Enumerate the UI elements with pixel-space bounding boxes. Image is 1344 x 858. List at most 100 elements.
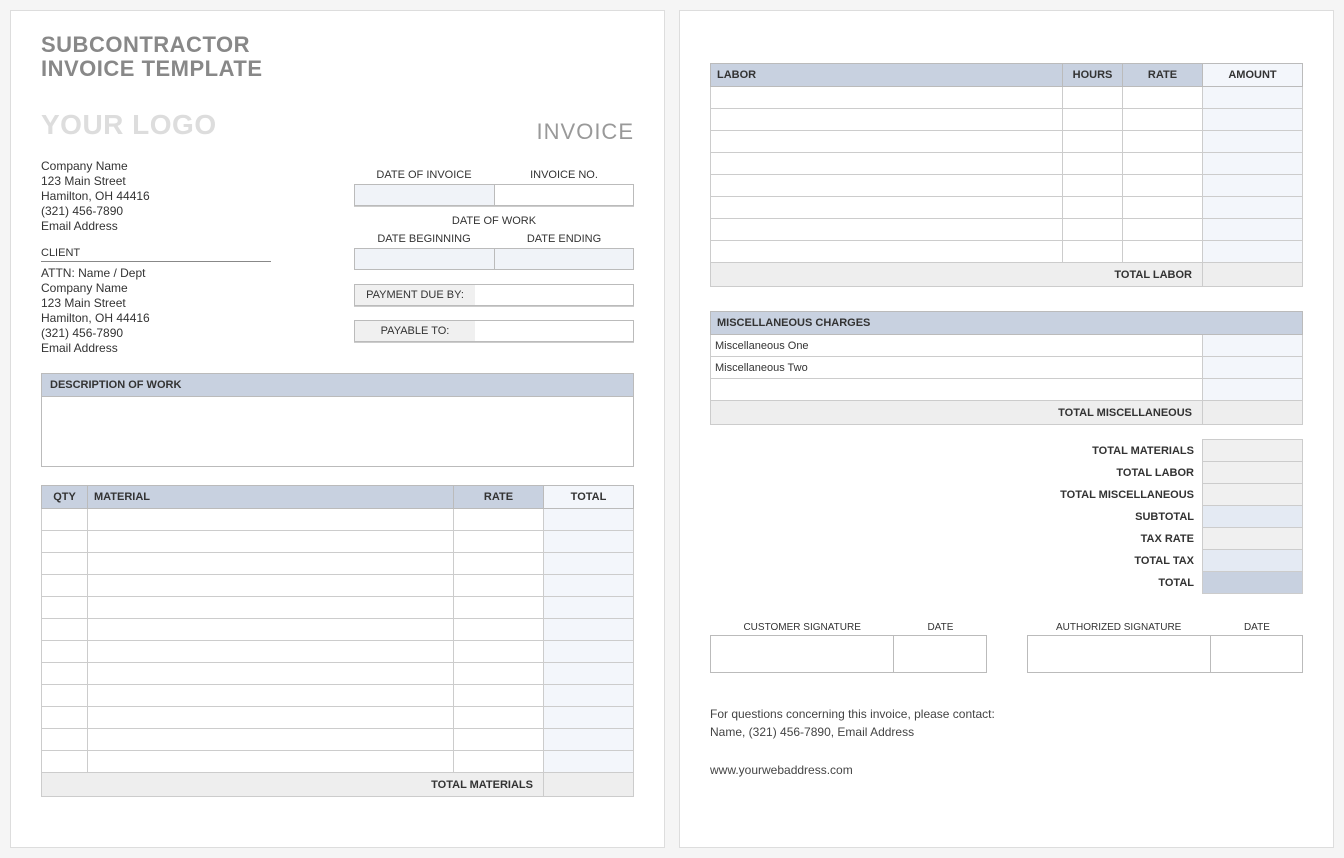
t-misc-label: TOTAL MISCELLANEOUS [710,484,1203,506]
table-row[interactable] [711,131,1303,153]
col-labor: LABOR [711,64,1063,87]
table-row[interactable] [711,87,1303,109]
footer: For questions concerning this invoice, p… [710,707,1303,777]
t-misc-value [1203,484,1303,506]
title-line2: INVOICE TEMPLATE [41,56,263,81]
payment-due-label: PAYMENT DUE BY: [355,285,475,305]
signature-section: CUSTOMER SIGNATUREDATE AUTHORIZED SIGNAT… [710,622,1303,673]
table-row[interactable] [711,241,1303,263]
col-rate: RATE [454,486,544,509]
authorized-signature: AUTHORIZED SIGNATUREDATE [1027,622,1304,673]
total-labor-value [1203,263,1303,287]
invoice-meta: DATE OF INVOICE INVOICE NO. DATE OF WORK… [354,166,634,342]
col-rate2: RATE [1123,64,1203,87]
auth-date-label: DATE [1211,622,1303,633]
date-invoice-input[interactable] [354,184,495,206]
payable-to-label: PAYABLE TO: [355,321,475,341]
col-qty: QTY [42,486,88,509]
tax-rate-value [1203,528,1303,550]
table-row[interactable] [711,109,1303,131]
invoice-page-2: LABOR HOURS RATE AMOUNT TOTAL LABOR MISC… [679,10,1334,848]
description-header: DESCRIPTION OF WORK [41,373,634,397]
total-tax-label: TOTAL TAX [710,550,1203,572]
invoice-page-1: SUBCONTRACTOR INVOICE TEMPLATE YOUR LOGO… [10,10,665,848]
invoice-no-label: INVOICE NO. [494,166,634,184]
cust-sig-label: CUSTOMER SIGNATURE [710,622,894,633]
date-invoice-label: DATE OF INVOICE [354,166,494,184]
t-materials-label: TOTAL MATERIALS [710,440,1203,462]
auth-sig-label: AUTHORIZED SIGNATURE [1027,622,1211,633]
table-row[interactable] [711,197,1303,219]
subtotal-label: SUBTOTAL [710,506,1203,528]
t-labor-label: TOTAL LABOR [710,462,1203,484]
total-tax-value [1203,550,1303,572]
table-row[interactable] [42,509,634,531]
auth-sig-input[interactable] [1028,636,1211,672]
labor-table: LABOR HOURS RATE AMOUNT TOTAL LABOR [710,63,1303,287]
cust-sig-input[interactable] [711,636,894,672]
table-row[interactable] [42,531,634,553]
table-row[interactable] [42,597,634,619]
table-row[interactable]: Miscellaneous One [711,335,1303,357]
title-line1: SUBCONTRACTOR [41,32,250,57]
payment-due-input[interactable] [475,285,633,305]
table-row[interactable] [711,379,1303,401]
invoice-no-input[interactable] [495,184,635,206]
table-row[interactable] [42,685,634,707]
misc-header: MISCELLANEOUS CHARGES [711,312,1303,335]
total-materials-value [544,773,634,797]
materials-table: QTY MATERIAL RATE TOTAL TOTAL MATERIALS [41,485,634,797]
col-hours: HOURS [1063,64,1123,87]
table-row[interactable] [42,575,634,597]
total-misc-label: TOTAL MISCELLANEOUS [711,401,1203,425]
client-email: Email Address [41,341,634,355]
grand-total-label: TOTAL [710,572,1203,594]
auth-date-input[interactable] [1211,636,1302,672]
table-row[interactable] [42,729,634,751]
total-misc-value [1203,401,1303,425]
date-end-input[interactable] [495,248,635,270]
cust-date-input[interactable] [894,636,985,672]
total-materials-label: TOTAL MATERIALS [42,773,544,797]
t-materials-value [1203,440,1303,462]
table-row[interactable] [42,619,634,641]
table-row[interactable] [711,153,1303,175]
doc-title: SUBCONTRACTOR INVOICE TEMPLATE [41,33,634,81]
tax-rate-label: TAX RATE [710,528,1203,550]
table-row[interactable] [42,553,634,575]
description-input[interactable] [41,397,634,467]
misc-one: Miscellaneous One [711,335,1203,357]
table-row[interactable] [42,707,634,729]
subtotal-value [1203,506,1303,528]
payment-due-row: PAYMENT DUE BY: [354,284,634,306]
invoice-heading: INVOICE [537,119,634,145]
misc-table: MISCELLANEOUS CHARGES Miscellaneous One … [710,311,1303,425]
misc-two: Miscellaneous Two [711,357,1203,379]
table-row[interactable] [42,663,634,685]
totals-block: TOTAL MATERIALS TOTAL LABOR TOTAL MISCEL… [710,439,1303,594]
description-section: DESCRIPTION OF WORK [41,373,634,467]
footer-web: www.yourwebaddress.com [710,763,1303,777]
table-row[interactable] [42,641,634,663]
date-end-label: DATE ENDING [494,230,634,248]
table-row[interactable] [711,219,1303,241]
total-labor-label: TOTAL LABOR [711,263,1203,287]
table-row[interactable]: Miscellaneous Two [711,357,1303,379]
date-begin-label: DATE BEGINNING [354,230,494,248]
table-row[interactable] [42,751,634,773]
col-material: MATERIAL [88,486,454,509]
grand-total-value [1203,572,1303,594]
col-amount: AMOUNT [1203,64,1303,87]
table-row[interactable] [711,175,1303,197]
footer-contact: Name, (321) 456-7890, Email Address [710,725,1303,739]
col-total: TOTAL [544,486,634,509]
footer-question: For questions concerning this invoice, p… [710,707,1303,721]
date-begin-input[interactable] [354,248,495,270]
payable-to-input[interactable] [475,321,633,341]
t-labor-value [1203,462,1303,484]
date-of-work-label: DATE OF WORK [354,212,634,230]
client-header: CLIENT [41,247,271,262]
customer-signature: CUSTOMER SIGNATUREDATE [710,622,987,673]
cust-date-label: DATE [894,622,986,633]
payable-to-row: PAYABLE TO: [354,320,634,342]
